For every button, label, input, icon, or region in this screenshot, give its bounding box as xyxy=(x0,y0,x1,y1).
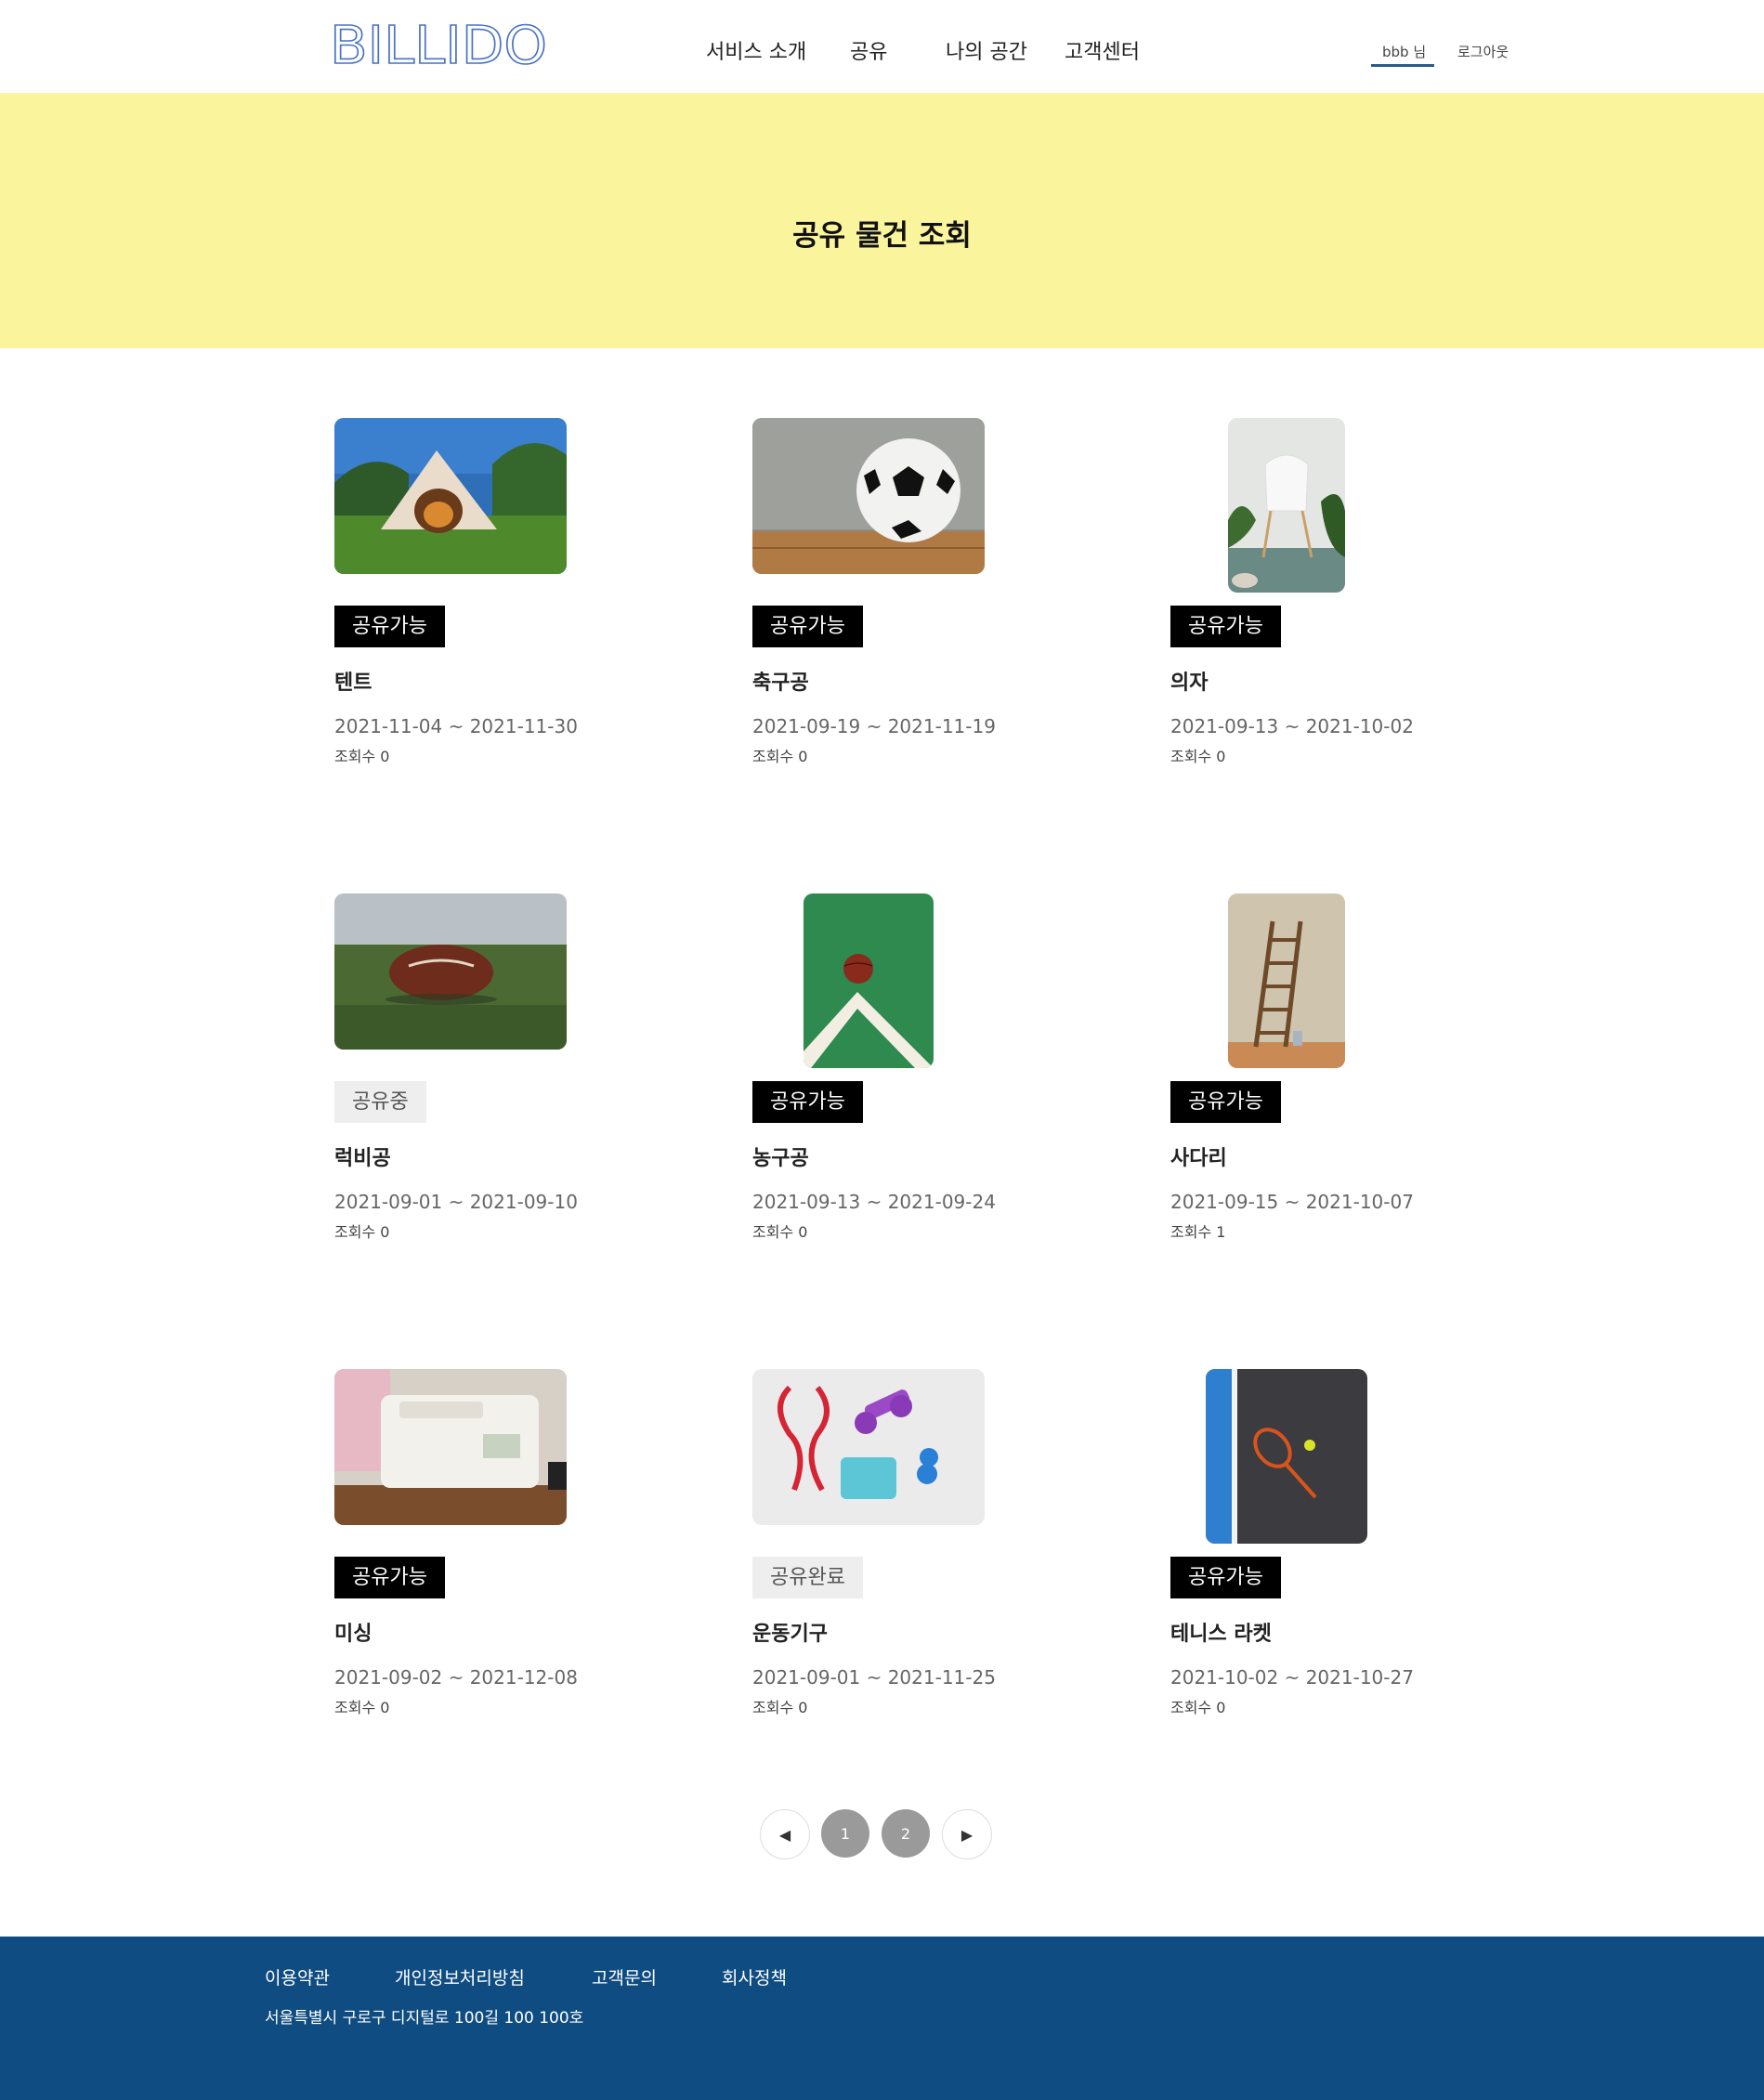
item-name[interactable]: 텐트 xyxy=(334,666,372,696)
item-name[interactable]: 의자 xyxy=(1170,666,1208,696)
status-badge: 공유완료 xyxy=(752,1557,863,1598)
next-page-button[interactable]: ▶ xyxy=(942,1809,992,1859)
item-name[interactable]: 축구공 xyxy=(752,666,809,696)
nav-service-intro[interactable]: 서비스 소개 xyxy=(706,35,806,65)
item-views: 조회수 0 xyxy=(334,748,390,765)
pagination: ◀ 1 2 ▶ xyxy=(0,1809,1764,1861)
status-badge: 공유가능 xyxy=(1170,1557,1281,1598)
nav-customer-center[interactable]: 고객센터 xyxy=(1065,35,1140,65)
item-name[interactable]: 운동기구 xyxy=(752,1617,828,1647)
item-views: 조회수 0 xyxy=(334,1223,390,1241)
status-badge: 공유가능 xyxy=(1170,1081,1281,1123)
item-card[interactable]: 공유가능 농구공 2021-09-13 ~ 2021-09-24 조회수 0 xyxy=(752,893,1050,1265)
status-badge: 공유가능 xyxy=(1170,606,1281,647)
footer-address: 서울특별시 구로구 디지털로 100길 100 100호 xyxy=(265,2009,584,2028)
logout-link[interactable]: 로그아웃 xyxy=(1457,42,1509,61)
site-footer: 이용약관 개인정보처리방침 고객문의 회사정책 서울특별시 구로구 디지털로 1… xyxy=(0,1937,1764,2100)
footer-terms-link[interactable]: 이용약관 xyxy=(265,1964,330,1989)
item-card[interactable]: 공유가능 사다리 2021-09-15 ~ 2021-10-07 조회수 1 xyxy=(1170,893,1468,1265)
user-name-link[interactable]: bbb 님 xyxy=(1382,42,1426,61)
nav-my-space[interactable]: 나의 공간 xyxy=(946,35,1027,65)
footer-policy-link[interactable]: 회사정책 xyxy=(722,1964,787,1989)
page-2-button[interactable]: 2 xyxy=(882,1809,930,1858)
item-dates: 2021-09-13 ~ 2021-09-24 xyxy=(752,1191,996,1213)
footer-inquiry-link[interactable]: 고객문의 xyxy=(592,1964,657,1989)
prev-page-button[interactable]: ◀ xyxy=(760,1809,810,1859)
item-dates: 2021-10-02 ~ 2021-10-27 xyxy=(1170,1666,1414,1689)
item-views: 조회수 1 xyxy=(1170,1223,1226,1241)
status-badge: 공유가능 xyxy=(752,606,863,647)
item-dates: 2021-09-01 ~ 2021-11-25 xyxy=(752,1666,996,1689)
item-views: 조회수 0 xyxy=(334,1699,390,1716)
status-badge: 공유가능 xyxy=(334,1557,445,1598)
logo-wordmark: BILLIDO xyxy=(329,15,548,77)
item-views: 조회수 0 xyxy=(752,748,808,765)
item-card[interactable]: 공유가능 미싱 2021-09-02 ~ 2021-12-08 조회수 0 xyxy=(334,1369,632,1741)
footer-privacy-link[interactable]: 개인정보처리방침 xyxy=(395,1964,525,1989)
item-dates: 2021-09-15 ~ 2021-10-07 xyxy=(1170,1191,1414,1213)
item-views: 조회수 0 xyxy=(752,1223,808,1241)
item-name[interactable]: 사다리 xyxy=(1170,1141,1227,1171)
item-card[interactable]: 공유가능 축구공 2021-09-19 ~ 2021-11-19 조회수 0 xyxy=(752,418,1050,789)
item-card[interactable]: 공유가능 테니스 라켓 2021-10-02 ~ 2021-10-27 조회수 … xyxy=(1170,1369,1468,1741)
ladder-photo[interactable] xyxy=(1228,893,1345,1068)
item-dates: 2021-09-02 ~ 2021-12-08 xyxy=(334,1666,578,1689)
item-name[interactable]: 테니스 라켓 xyxy=(1170,1617,1272,1647)
tennis-racket-photo[interactable] xyxy=(1206,1369,1367,1544)
billido-logo[interactable]: BILLIDO xyxy=(329,15,549,77)
svg-text:BILLIDO: BILLIDO xyxy=(330,19,547,71)
item-card[interactable]: 공유가능 의자 2021-09-13 ~ 2021-10-02 조회수 0 xyxy=(1170,418,1468,789)
item-card[interactable]: 공유가능 텐트 2021-11-04 ~ 2021-11-30 조회수 0 xyxy=(334,418,632,789)
status-badge: 공유가능 xyxy=(334,606,445,647)
sewing-machine-photo[interactable] xyxy=(334,1369,567,1525)
site-header: BILLIDO 서비스 소개 공유 나의 공간 고객센터 bbb 님 로그아웃 xyxy=(0,0,1764,93)
status-badge: 공유가능 xyxy=(752,1081,863,1123)
item-card[interactable]: 공유완료 운동기구 2021-09-01 ~ 2021-11-25 조회수 0 xyxy=(752,1369,1050,1741)
page-1-button[interactable]: 1 xyxy=(821,1809,869,1858)
item-dates: 2021-11-04 ~ 2021-11-30 xyxy=(334,715,578,737)
item-dates: 2021-09-19 ~ 2021-11-19 xyxy=(752,715,996,737)
item-dates: 2021-09-01 ~ 2021-09-10 xyxy=(334,1191,578,1213)
item-dates: 2021-09-13 ~ 2021-10-02 xyxy=(1170,715,1414,737)
page-title: 공유 물건 조회 xyxy=(792,219,972,253)
item-name[interactable]: 럭비공 xyxy=(334,1141,391,1171)
chair-photo[interactable] xyxy=(1228,418,1345,593)
item-name[interactable]: 미싱 xyxy=(334,1617,372,1647)
item-name[interactable]: 농구공 xyxy=(752,1141,809,1171)
item-card[interactable]: 공유중 럭비공 2021-09-01 ~ 2021-09-10 조회수 0 xyxy=(334,893,632,1265)
exercise-equipment-photo[interactable] xyxy=(752,1369,985,1525)
user-underline xyxy=(1371,64,1434,67)
nav-share[interactable]: 공유 xyxy=(850,35,887,65)
item-views: 조회수 0 xyxy=(1170,1699,1226,1716)
tent-photo[interactable] xyxy=(334,418,567,574)
status-badge: 공유중 xyxy=(334,1081,426,1123)
item-views: 조회수 0 xyxy=(752,1699,808,1716)
soccer-ball-photo[interactable] xyxy=(752,418,985,574)
item-views: 조회수 0 xyxy=(1170,748,1226,765)
rugby-ball-photo[interactable] xyxy=(334,893,567,1050)
basketball-photo[interactable] xyxy=(804,893,934,1068)
page-hero: 공유 물건 조회 xyxy=(0,93,1764,348)
